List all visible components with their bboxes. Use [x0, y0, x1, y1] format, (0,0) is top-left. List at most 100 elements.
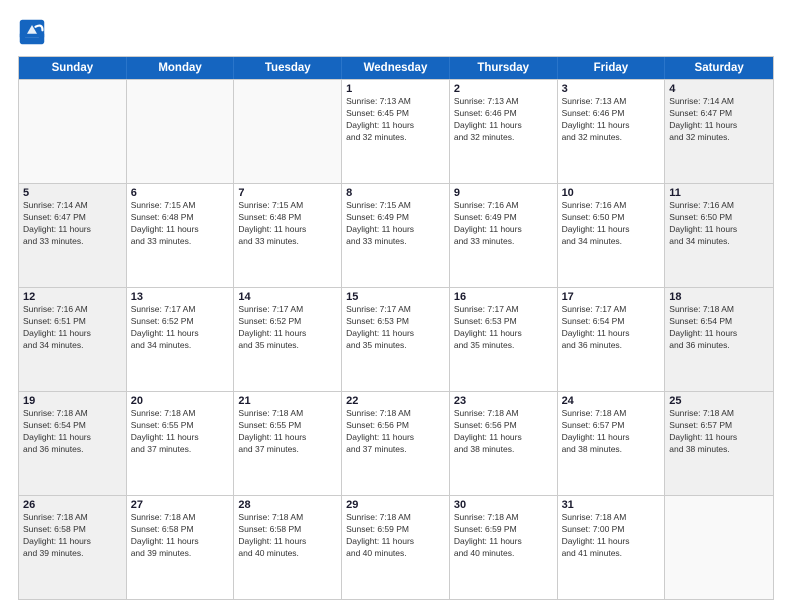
day-number: 9 [454, 187, 553, 199]
calendar-cell: 8Sunrise: 7:15 AM Sunset: 6:49 PM Daylig… [342, 184, 450, 287]
calendar-body: 1Sunrise: 7:13 AM Sunset: 6:45 PM Daylig… [19, 79, 773, 599]
day-info: Sunrise: 7:16 AM Sunset: 6:50 PM Dayligh… [562, 200, 661, 248]
day-number: 4 [669, 83, 769, 95]
day-number: 8 [346, 187, 445, 199]
calendar-cell: 15Sunrise: 7:17 AM Sunset: 6:53 PM Dayli… [342, 288, 450, 391]
day-of-week-header: Wednesday [342, 57, 450, 79]
calendar-cell: 1Sunrise: 7:13 AM Sunset: 6:45 PM Daylig… [342, 80, 450, 183]
calendar-cell: 20Sunrise: 7:18 AM Sunset: 6:55 PM Dayli… [127, 392, 235, 495]
day-info: Sunrise: 7:18 AM Sunset: 6:58 PM Dayligh… [23, 512, 122, 560]
day-of-week-header: Monday [127, 57, 235, 79]
day-info: Sunrise: 7:18 AM Sunset: 6:58 PM Dayligh… [238, 512, 337, 560]
calendar-cell: 24Sunrise: 7:18 AM Sunset: 6:57 PM Dayli… [558, 392, 666, 495]
day-info: Sunrise: 7:18 AM Sunset: 6:54 PM Dayligh… [669, 304, 769, 352]
calendar-cell: 23Sunrise: 7:18 AM Sunset: 6:56 PM Dayli… [450, 392, 558, 495]
calendar-cell [127, 80, 235, 183]
day-number: 5 [23, 187, 122, 199]
calendar-cell: 19Sunrise: 7:18 AM Sunset: 6:54 PM Dayli… [19, 392, 127, 495]
logo [18, 18, 50, 46]
day-info: Sunrise: 7:18 AM Sunset: 6:59 PM Dayligh… [454, 512, 553, 560]
calendar-week: 12Sunrise: 7:16 AM Sunset: 6:51 PM Dayli… [19, 287, 773, 391]
calendar-cell: 17Sunrise: 7:17 AM Sunset: 6:54 PM Dayli… [558, 288, 666, 391]
calendar-cell: 7Sunrise: 7:15 AM Sunset: 6:48 PM Daylig… [234, 184, 342, 287]
day-info: Sunrise: 7:15 AM Sunset: 6:48 PM Dayligh… [238, 200, 337, 248]
day-number: 2 [454, 83, 553, 95]
day-info: Sunrise: 7:15 AM Sunset: 6:48 PM Dayligh… [131, 200, 230, 248]
calendar-cell: 6Sunrise: 7:15 AM Sunset: 6:48 PM Daylig… [127, 184, 235, 287]
calendar-cell: 11Sunrise: 7:16 AM Sunset: 6:50 PM Dayli… [665, 184, 773, 287]
day-number: 19 [23, 395, 122, 407]
day-number: 22 [346, 395, 445, 407]
day-number: 6 [131, 187, 230, 199]
calendar-cell: 27Sunrise: 7:18 AM Sunset: 6:58 PM Dayli… [127, 496, 235, 599]
calendar-cell [19, 80, 127, 183]
day-number: 11 [669, 187, 769, 199]
day-number: 30 [454, 499, 553, 511]
day-number: 1 [346, 83, 445, 95]
day-number: 16 [454, 291, 553, 303]
calendar-week: 26Sunrise: 7:18 AM Sunset: 6:58 PM Dayli… [19, 495, 773, 599]
day-info: Sunrise: 7:13 AM Sunset: 6:45 PM Dayligh… [346, 96, 445, 144]
day-number: 24 [562, 395, 661, 407]
calendar-header: SundayMondayTuesdayWednesdayThursdayFrid… [19, 57, 773, 79]
calendar-cell: 12Sunrise: 7:16 AM Sunset: 6:51 PM Dayli… [19, 288, 127, 391]
day-info: Sunrise: 7:16 AM Sunset: 6:50 PM Dayligh… [669, 200, 769, 248]
calendar-cell: 2Sunrise: 7:13 AM Sunset: 6:46 PM Daylig… [450, 80, 558, 183]
calendar-cell: 31Sunrise: 7:18 AM Sunset: 7:00 PM Dayli… [558, 496, 666, 599]
day-info: Sunrise: 7:18 AM Sunset: 6:56 PM Dayligh… [346, 408, 445, 456]
page: SundayMondayTuesdayWednesdayThursdayFrid… [0, 0, 792, 612]
day-number: 20 [131, 395, 230, 407]
calendar-cell: 21Sunrise: 7:18 AM Sunset: 6:55 PM Dayli… [234, 392, 342, 495]
calendar-cell: 4Sunrise: 7:14 AM Sunset: 6:47 PM Daylig… [665, 80, 773, 183]
day-info: Sunrise: 7:13 AM Sunset: 6:46 PM Dayligh… [562, 96, 661, 144]
day-of-week-header: Tuesday [234, 57, 342, 79]
day-number: 12 [23, 291, 122, 303]
day-info: Sunrise: 7:17 AM Sunset: 6:52 PM Dayligh… [131, 304, 230, 352]
day-number: 21 [238, 395, 337, 407]
day-number: 7 [238, 187, 337, 199]
day-info: Sunrise: 7:17 AM Sunset: 6:53 PM Dayligh… [346, 304, 445, 352]
day-info: Sunrise: 7:16 AM Sunset: 6:51 PM Dayligh… [23, 304, 122, 352]
calendar-cell: 5Sunrise: 7:14 AM Sunset: 6:47 PM Daylig… [19, 184, 127, 287]
calendar-week: 19Sunrise: 7:18 AM Sunset: 6:54 PM Dayli… [19, 391, 773, 495]
day-number: 14 [238, 291, 337, 303]
day-of-week-header: Friday [558, 57, 666, 79]
day-info: Sunrise: 7:16 AM Sunset: 6:49 PM Dayligh… [454, 200, 553, 248]
day-of-week-header: Sunday [19, 57, 127, 79]
day-info: Sunrise: 7:14 AM Sunset: 6:47 PM Dayligh… [23, 200, 122, 248]
day-number: 23 [454, 395, 553, 407]
day-info: Sunrise: 7:18 AM Sunset: 7:00 PM Dayligh… [562, 512, 661, 560]
calendar-cell: 25Sunrise: 7:18 AM Sunset: 6:57 PM Dayli… [665, 392, 773, 495]
calendar-week: 1Sunrise: 7:13 AM Sunset: 6:45 PM Daylig… [19, 79, 773, 183]
day-of-week-header: Saturday [665, 57, 773, 79]
day-info: Sunrise: 7:18 AM Sunset: 6:57 PM Dayligh… [669, 408, 769, 456]
day-number: 13 [131, 291, 230, 303]
calendar-cell: 29Sunrise: 7:18 AM Sunset: 6:59 PM Dayli… [342, 496, 450, 599]
day-number: 25 [669, 395, 769, 407]
calendar-cell: 9Sunrise: 7:16 AM Sunset: 6:49 PM Daylig… [450, 184, 558, 287]
calendar-cell: 3Sunrise: 7:13 AM Sunset: 6:46 PM Daylig… [558, 80, 666, 183]
calendar-cell [234, 80, 342, 183]
calendar-cell: 10Sunrise: 7:16 AM Sunset: 6:50 PM Dayli… [558, 184, 666, 287]
day-info: Sunrise: 7:17 AM Sunset: 6:54 PM Dayligh… [562, 304, 661, 352]
day-info: Sunrise: 7:17 AM Sunset: 6:52 PM Dayligh… [238, 304, 337, 352]
calendar-week: 5Sunrise: 7:14 AM Sunset: 6:47 PM Daylig… [19, 183, 773, 287]
day-info: Sunrise: 7:18 AM Sunset: 6:58 PM Dayligh… [131, 512, 230, 560]
calendar-cell: 30Sunrise: 7:18 AM Sunset: 6:59 PM Dayli… [450, 496, 558, 599]
calendar-cell: 14Sunrise: 7:17 AM Sunset: 6:52 PM Dayli… [234, 288, 342, 391]
day-of-week-header: Thursday [450, 57, 558, 79]
day-info: Sunrise: 7:14 AM Sunset: 6:47 PM Dayligh… [669, 96, 769, 144]
calendar-cell: 22Sunrise: 7:18 AM Sunset: 6:56 PM Dayli… [342, 392, 450, 495]
day-info: Sunrise: 7:17 AM Sunset: 6:53 PM Dayligh… [454, 304, 553, 352]
day-info: Sunrise: 7:13 AM Sunset: 6:46 PM Dayligh… [454, 96, 553, 144]
day-info: Sunrise: 7:15 AM Sunset: 6:49 PM Dayligh… [346, 200, 445, 248]
day-number: 29 [346, 499, 445, 511]
day-info: Sunrise: 7:18 AM Sunset: 6:56 PM Dayligh… [454, 408, 553, 456]
day-number: 26 [23, 499, 122, 511]
day-number: 3 [562, 83, 661, 95]
day-number: 10 [562, 187, 661, 199]
day-info: Sunrise: 7:18 AM Sunset: 6:55 PM Dayligh… [238, 408, 337, 456]
calendar-cell [665, 496, 773, 599]
header [18, 18, 774, 46]
day-number: 15 [346, 291, 445, 303]
